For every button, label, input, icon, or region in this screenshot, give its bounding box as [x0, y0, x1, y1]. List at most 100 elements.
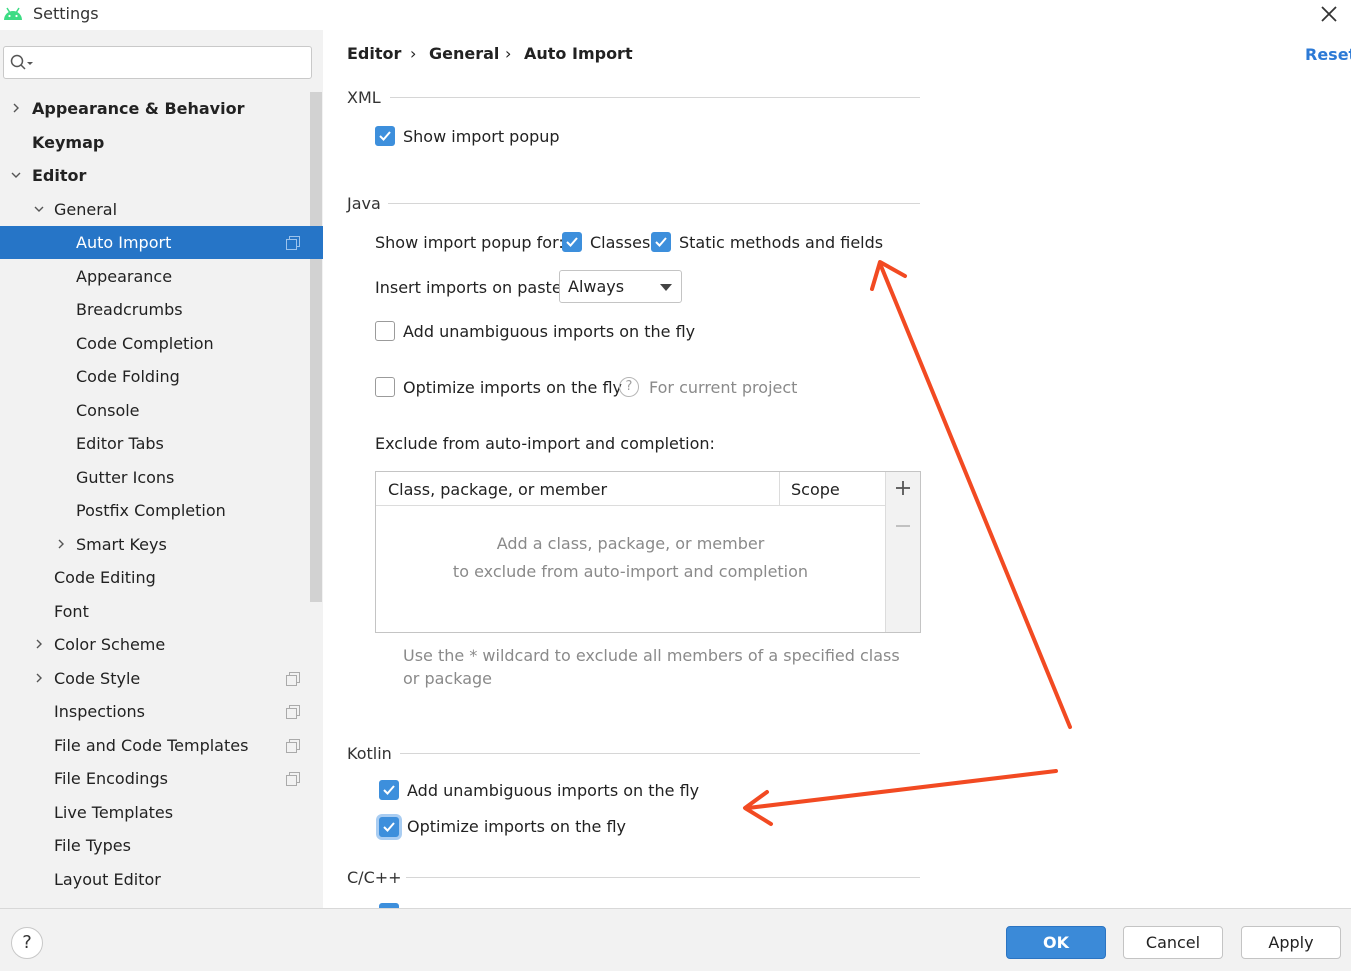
java-static-label: Static methods and fields: [679, 233, 884, 252]
project-scope-icon: [286, 705, 300, 719]
column-header-scope[interactable]: Scope: [791, 480, 840, 499]
section-divider: [406, 877, 920, 878]
close-icon[interactable]: [1318, 3, 1340, 25]
section-title-xml: XML: [347, 88, 381, 107]
sidebar-item-label: Breadcrumbs: [76, 300, 183, 319]
sidebar-item-editor-tabs[interactable]: Editor Tabs: [0, 427, 309, 460]
java-classes-checkbox[interactable]: [562, 232, 582, 252]
settings-sidebar: Appearance & Behavior Keymap Editor Gene…: [0, 30, 323, 908]
title-bar: Settings: [0, 0, 1351, 30]
sidebar-item-code-editing[interactable]: Code Editing: [0, 561, 309, 594]
java-optimize-checkbox[interactable]: [375, 377, 395, 397]
sidebar-item-layout-editor[interactable]: Layout Editor: [0, 863, 309, 896]
java-static-checkbox[interactable]: [651, 232, 671, 252]
table-header: Class, package, or member Scope: [376, 472, 885, 506]
dropdown-arrow-icon: [660, 284, 672, 291]
empty-text-line1: Add a class, package, or member: [496, 534, 765, 553]
java-add-unambiguous-label: Add unambiguous imports on the fly: [403, 322, 696, 341]
section-divider: [388, 203, 920, 204]
xml-show-import-popup-label: Show import popup: [403, 127, 560, 146]
sidebar-item-label: File Encodings: [54, 769, 168, 788]
sidebar-item-live-templates[interactable]: Live Templates: [0, 796, 309, 829]
sidebar-item-label: General: [54, 200, 118, 219]
java-add-unambiguous-checkbox[interactable]: [375, 321, 395, 341]
section-divider: [400, 753, 920, 754]
kotlin-optimize-label: Optimize imports on the fly: [407, 817, 626, 836]
section-title-java: Java: [347, 194, 381, 213]
sidebar-item-code-completion[interactable]: Code Completion: [0, 327, 309, 360]
cancel-button[interactable]: Cancel: [1123, 926, 1223, 959]
settings-search[interactable]: [3, 46, 312, 79]
sidebar-item-label: Auto Import: [76, 233, 172, 252]
show-popup-for-label: Show import popup for:: [375, 233, 564, 252]
apply-button[interactable]: Apply: [1241, 926, 1341, 959]
kotlin-add-unambiguous-label: Add unambiguous imports on the fly: [407, 781, 700, 800]
sidebar-item-appearance[interactable]: Appearance: [0, 260, 309, 293]
sidebar-item-editor[interactable]: Editor: [0, 159, 309, 192]
sidebar-item-font[interactable]: Font: [0, 595, 309, 628]
sidebar-item-appearance-behavior[interactable]: Appearance & Behavior: [0, 92, 309, 125]
column-divider[interactable]: [779, 472, 780, 506]
project-scope-icon: [286, 739, 300, 753]
sidebar-item-file-code-templates[interactable]: File and Code Templates: [0, 729, 309, 762]
sidebar-item-label: Postfix Completion: [76, 501, 226, 520]
scrollbar-thumb[interactable]: [310, 92, 322, 602]
check-icon: [383, 822, 395, 832]
sidebar-item-code-folding[interactable]: Code Folding: [0, 360, 309, 393]
reset-link[interactable]: Reset: [1305, 45, 1351, 64]
kotlin-optimize-checkbox[interactable]: [379, 817, 399, 837]
sidebar-item-label: Code Completion: [76, 334, 214, 353]
sidebar-item-label: Editor Tabs: [76, 434, 164, 453]
breadcrumb-editor: Editor: [347, 44, 402, 63]
search-icon: [10, 54, 33, 70]
ok-button[interactable]: OK: [1006, 926, 1106, 959]
help-circle-icon[interactable]: ?: [619, 377, 639, 397]
chevron-right-icon[interactable]: [11, 103, 21, 113]
help-button[interactable]: ?: [11, 927, 43, 959]
breadcrumb-separator-icon: ›: [505, 44, 512, 63]
search-input[interactable]: [38, 51, 306, 75]
sidebar-item-gutter-icons[interactable]: Gutter Icons: [0, 461, 309, 494]
sidebar-item-label: Inspections: [54, 702, 145, 721]
empty-text-line2: to exclude from auto-import and completi…: [452, 562, 809, 581]
breadcrumb-auto-import: Auto Import: [524, 44, 633, 63]
kotlin-add-unambiguous-checkbox[interactable]: [379, 780, 399, 800]
sidebar-item-console[interactable]: Console: [0, 394, 309, 427]
sidebar-item-smart-keys[interactable]: Smart Keys: [0, 528, 309, 561]
sidebar-scrollbar[interactable]: [309, 92, 323, 602]
sidebar-item-label: Appearance: [76, 267, 173, 286]
project-scope-icon: [286, 672, 300, 686]
column-header-class[interactable]: Class, package, or member: [388, 480, 607, 499]
sidebar-item-postfix-completion[interactable]: Postfix Completion: [0, 494, 309, 527]
sidebar-item-general[interactable]: General: [0, 193, 309, 226]
sidebar-item-inspections[interactable]: Inspections: [0, 695, 309, 728]
section-title-kotlin: Kotlin: [347, 744, 392, 763]
project-scope-icon: [286, 772, 300, 786]
java-classes-label: Classes: [590, 233, 651, 252]
insert-on-paste-dropdown[interactable]: Always: [559, 270, 682, 303]
sidebar-item-file-encodings[interactable]: File Encodings: [0, 762, 309, 795]
chevron-down-icon[interactable]: [11, 170, 21, 180]
exclude-table[interactable]: Class, package, or member Scope Add a cl…: [375, 471, 921, 633]
sidebar-item-color-scheme[interactable]: Color Scheme: [0, 628, 309, 661]
sidebar-item-label: Appearance & Behavior: [32, 99, 245, 118]
sidebar-item-label: Color Scheme: [54, 635, 166, 654]
sidebar-item-file-types[interactable]: File Types: [0, 829, 309, 862]
chevron-right-icon[interactable]: [34, 639, 44, 649]
sidebar-item-label: Code Style: [54, 669, 141, 688]
xml-show-import-popup-checkbox[interactable]: [375, 126, 395, 146]
sidebar-item-breadcrumbs[interactable]: Breadcrumbs: [0, 293, 309, 326]
chevron-right-icon[interactable]: [34, 673, 44, 683]
sidebar-item-code-style[interactable]: Code Style: [0, 662, 309, 695]
sidebar-item-label: Editor: [32, 166, 87, 185]
chevron-right-icon[interactable]: [56, 539, 66, 549]
add-icon[interactable]: [895, 480, 911, 496]
sidebar-item-keymap[interactable]: Keymap: [0, 126, 309, 159]
sidebar-item-label: Live Templates: [54, 803, 174, 822]
project-scope-icon: [286, 236, 300, 250]
insert-on-paste-label: Insert imports on paste:: [375, 278, 568, 297]
sidebar-item-auto-import[interactable]: Auto Import: [0, 226, 323, 259]
breadcrumb-separator-icon: ›: [410, 44, 417, 63]
chevron-down-icon[interactable]: [34, 204, 44, 214]
remove-icon[interactable]: [895, 518, 911, 534]
